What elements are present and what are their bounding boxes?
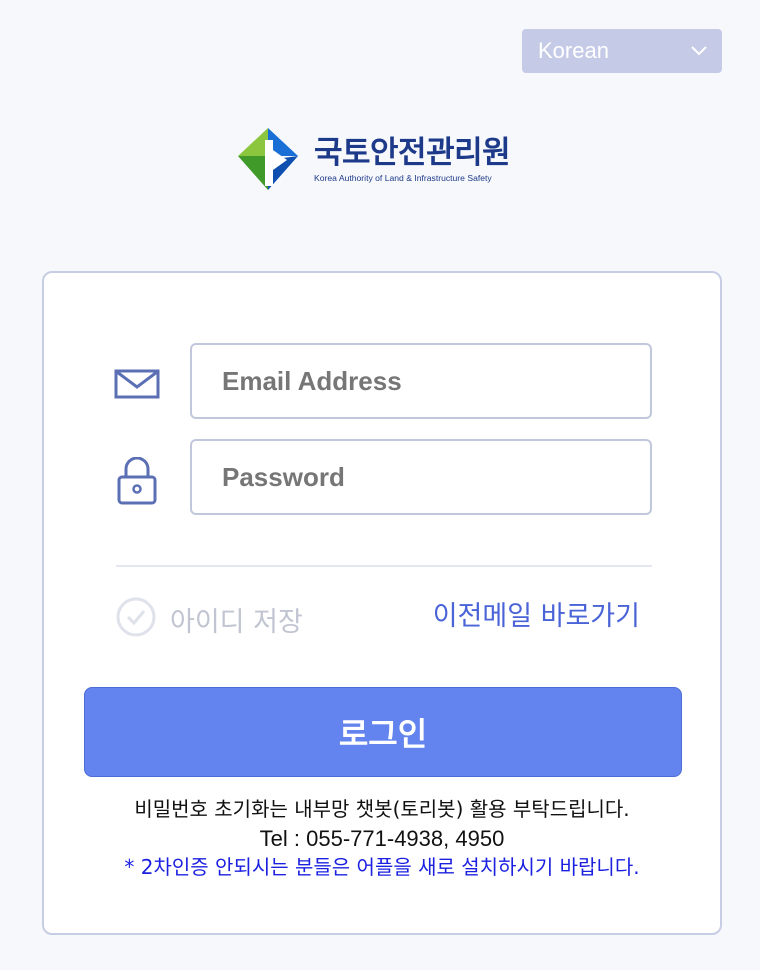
remember-id-label: 아이디 저장: [170, 607, 303, 638]
logo-mark-icon: [238, 128, 298, 190]
language-select[interactable]: Korean: [522, 29, 722, 73]
remember-id-checkbox[interactable]: 아이디 저장: [116, 597, 303, 642]
checkmark-circle-icon: [116, 597, 156, 642]
logo-name-korean: 국토안전관리원: [314, 134, 511, 171]
notice-line-phone: Tel : 055-771-4938, 4950: [259, 826, 505, 851]
logo-name-english: Korea Authority of Land & Infrastructure…: [314, 172, 492, 183]
password-input[interactable]: [190, 439, 652, 515]
chevron-down-icon: [690, 45, 708, 57]
notice-line-password-reset: 비밀번호 초기화는 내부망 챗봇(토리봇) 활용 부탁드립니다.: [134, 797, 630, 821]
divider: [116, 565, 652, 567]
language-select-value: Korean: [538, 38, 609, 63]
login-card: 아이디 저장 이전메일 바로가기 로그인 비밀번호 초기화는 내부망 챗봇(토리…: [42, 271, 722, 935]
notice-text: 비밀번호 초기화는 내부망 챗봇(토리봇) 활용 부탁드립니다. Tel : 0…: [44, 795, 720, 882]
previous-mail-link[interactable]: 이전메일 바로가기: [433, 597, 640, 637]
logo: 국토안전관리원 Korea Authority of Land & Infras…: [238, 126, 538, 192]
envelope-icon: [114, 369, 160, 404]
lock-icon: [116, 456, 158, 510]
email-input[interactable]: [190, 343, 652, 419]
login-button[interactable]: 로그인: [84, 687, 682, 777]
notice-line-2fa: * 2차인증 안되시는 분들은 어플을 새로 설치하시기 바랍니다.: [124, 855, 640, 879]
